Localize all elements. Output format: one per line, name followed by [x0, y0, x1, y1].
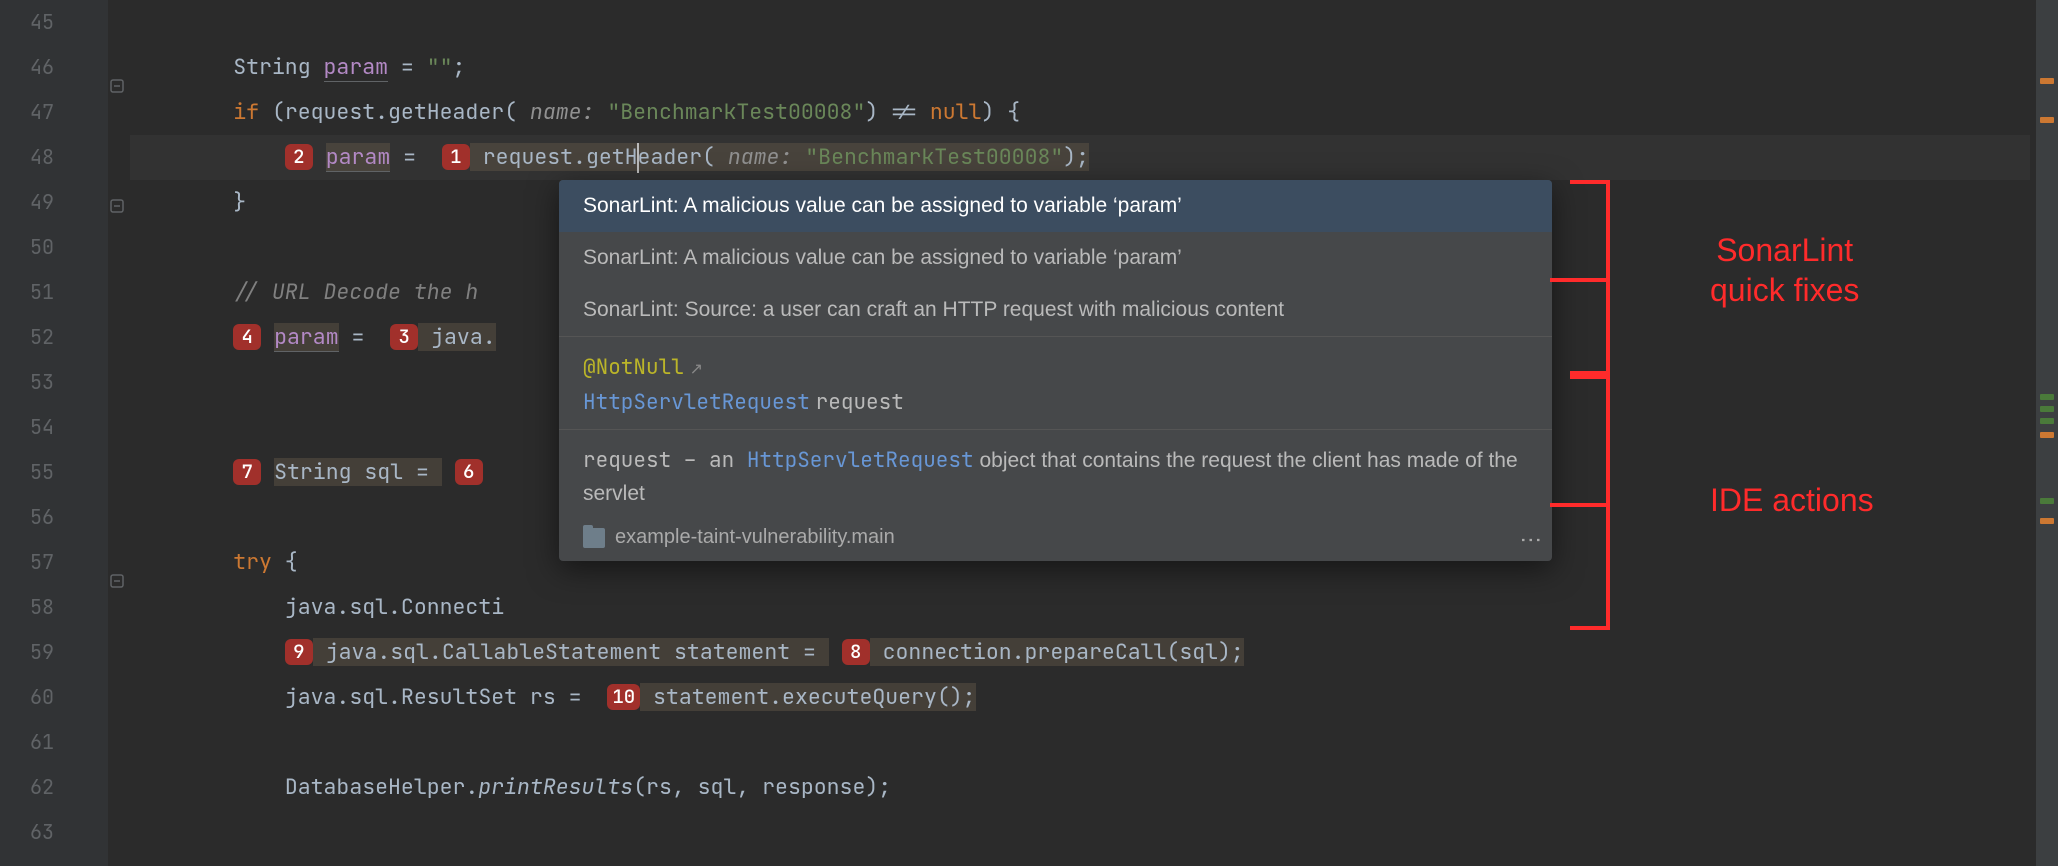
code-editor[interactable]: 45464748495051525354555657585960616263 S… — [0, 0, 2058, 866]
taint-step-badge[interactable]: 4 — [233, 324, 261, 350]
line-number: 59 — [0, 630, 54, 675]
error-stripe-mark[interactable] — [2040, 418, 2054, 424]
callout-label: IDE actions — [1710, 480, 1874, 520]
quickfix-item[interactable]: SonarLint: A malicious value can be assi… — [559, 180, 1552, 232]
callout-bracket — [1570, 375, 1610, 630]
quickfix-item[interactable]: SonarLint: A malicious value can be assi… — [559, 232, 1552, 284]
taint-step-badge[interactable]: 7 — [233, 459, 261, 485]
quickfix-item[interactable]: SonarLint: Source: a user can craft an H… — [559, 284, 1552, 336]
line-number: 47 — [0, 90, 54, 135]
error-stripe-mark[interactable] — [2040, 78, 2054, 84]
line-number: 49 — [0, 180, 54, 225]
line-number: 52 — [0, 315, 54, 360]
taint-step-badge[interactable]: 1 — [442, 144, 470, 170]
line-number: 54 — [0, 405, 54, 450]
error-stripe-mark[interactable] — [2040, 394, 2054, 400]
taint-step-badge[interactable]: 2 — [285, 144, 313, 170]
taint-step-badge[interactable]: 6 — [455, 459, 483, 485]
line-number: 53 — [0, 360, 54, 405]
code-line[interactable]: String param = ""; — [130, 45, 2030, 90]
module-icon — [583, 528, 605, 548]
callout-label: SonarLintquick fixes — [1710, 230, 1859, 310]
line-number: 55 — [0, 450, 54, 495]
line-number: 61 — [0, 720, 54, 765]
code-line[interactable]: java.sql.Connecti — [130, 585, 2030, 630]
taint-step-badge[interactable]: 9 — [285, 639, 313, 665]
external-link-icon: ↗ — [690, 361, 703, 378]
fold-marker[interactable] — [108, 77, 126, 95]
popup-more-icon[interactable]: ⋮ — [1526, 529, 1536, 549]
line-number: 51 — [0, 270, 54, 315]
line-number: 62 — [0, 765, 54, 810]
quick-doc: @NotNull ↗ HttpServletRequest request — [559, 337, 1552, 429]
code-line[interactable]: java.sql.ResultSet rs = 10 statement.exe… — [130, 675, 2030, 720]
code-line[interactable]: if (request.getHeader( name: "BenchmarkT… — [130, 90, 2030, 135]
line-number: 60 — [0, 675, 54, 720]
line-number: 56 — [0, 495, 54, 540]
line-number: 57 — [0, 540, 54, 585]
module-indicator: example-taint-vulnerability.main — [559, 520, 1552, 561]
taint-step-badge[interactable]: 10 — [607, 684, 640, 710]
error-stripe-mark[interactable] — [2040, 117, 2054, 123]
line-number: 50 — [0, 225, 54, 270]
error-stripe-mark[interactable] — [2040, 432, 2054, 438]
callout-bracket — [1570, 180, 1610, 375]
quick-doc-desc: request – an HttpServletRequest object t… — [559, 430, 1552, 520]
taint-step-badge[interactable]: 3 — [390, 324, 418, 350]
line-number: 45 — [0, 0, 54, 45]
line-number: 48 — [0, 135, 54, 180]
line-number: 58 — [0, 585, 54, 630]
intention-popup[interactable]: SonarLint: A malicious value can be assi… — [559, 180, 1552, 561]
code-line-current[interactable]: 2 param = 1 request.getHeader( name: "Be… — [130, 135, 2030, 180]
code-line[interactable]: 9 java.sql.CallableStatement statement =… — [130, 630, 2030, 675]
taint-step-badge[interactable]: 8 — [842, 639, 870, 665]
line-number: 63 — [0, 810, 54, 855]
code-line[interactable]: DatabaseHelper.printResults(rs, sql, res… — [130, 765, 2030, 810]
error-stripe-mark[interactable] — [2040, 518, 2054, 524]
fold-marker[interactable] — [108, 572, 126, 590]
line-number: 46 — [0, 45, 54, 90]
error-stripe-mark[interactable] — [2040, 498, 2054, 504]
fold-marker[interactable] — [108, 197, 126, 215]
error-stripe-mark[interactable] — [2040, 406, 2054, 412]
editor-scrollbar[interactable] — [2036, 0, 2058, 866]
